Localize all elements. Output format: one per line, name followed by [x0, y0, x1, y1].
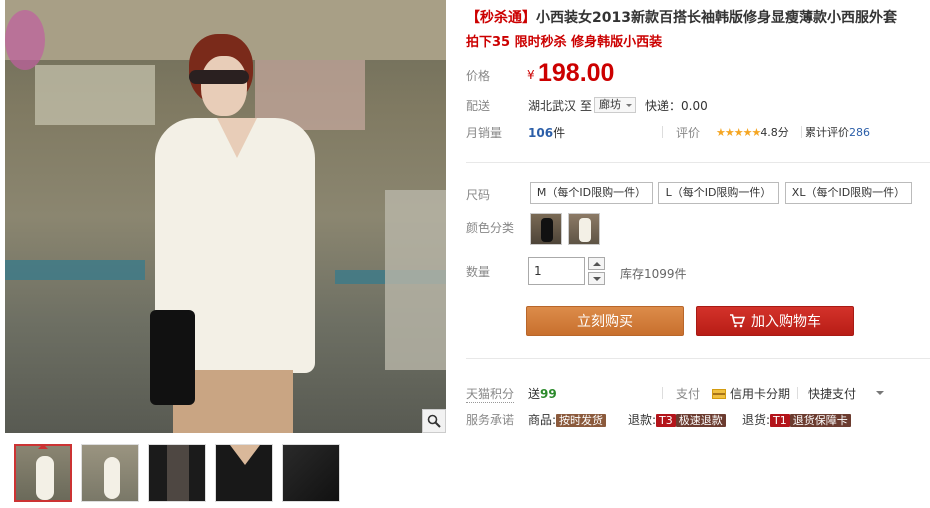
product-subtitle: 拍下35 限时秒杀 修身韩版小西装 [466, 35, 663, 50]
chevron-down-icon [592, 276, 601, 285]
tmall-points-label[interactable]: 天猫积分 [466, 385, 515, 403]
monthly-sales-label: 月销量 [466, 126, 503, 140]
service-return: 退货: T1 退货保障卡 [742, 411, 851, 428]
main-product-image[interactable] [5, 0, 446, 433]
buy-now-button[interactable]: 立刻购买 [526, 306, 684, 336]
credit-card-icon [712, 388, 726, 399]
review-count-link[interactable]: 累计评价286 [805, 124, 870, 140]
shipping-label: 配送 [466, 99, 491, 113]
color-label: 颜色分类 [466, 221, 515, 235]
quantity-input[interactable]: 1 [528, 257, 585, 285]
return-code-badge: T1 [770, 414, 790, 427]
payment-label: 支付 [676, 387, 701, 401]
service-refund: 退款: T3 极速退款 [628, 411, 726, 428]
color-option-white[interactable] [568, 213, 600, 245]
stock-text: 库存1099件 [620, 267, 687, 281]
size-label: 尺码 [466, 188, 491, 202]
destination-select[interactable]: 廊坊 [594, 97, 636, 113]
size-option-xl[interactable]: XL（每个ID限购一件） [785, 182, 912, 204]
quantity-decrease-button[interactable] [588, 272, 605, 285]
thumbnail-strip [14, 444, 340, 502]
on-time-delivery-badge[interactable]: 按时发货 [556, 414, 607, 427]
product-title: 【秒杀通】小西装女2013新款百搭长袖韩版修身显瘦薄款小西服外套 [466, 10, 897, 26]
monthly-sales: 106件 [528, 126, 566, 140]
price-label: 价格 [466, 69, 491, 83]
service-label: 服务承诺 [466, 413, 515, 427]
color-option-black[interactable] [530, 213, 562, 245]
size-option-m[interactable]: M（每个ID限购一件） [530, 182, 653, 204]
shipping-fee: 快递：0.00 [645, 99, 708, 113]
tmall-points: 送99 [528, 387, 557, 401]
shipping-from: 湖北武汉 [528, 99, 577, 113]
rating-label: 评价 [676, 126, 701, 140]
thumbnail-2[interactable] [81, 444, 139, 502]
price-value: 198.00 [538, 59, 615, 87]
rating-stars: ★★★★★4.8分 [716, 126, 789, 139]
service-goods: 商品: 按时发货 [528, 411, 607, 428]
chevron-up-icon [592, 258, 601, 266]
quantity-label: 数量 [466, 265, 491, 279]
thumbnail-1[interactable] [14, 444, 72, 502]
fast-refund-badge[interactable]: 极速退款 [675, 414, 726, 427]
quantity-increase-button[interactable] [588, 257, 605, 270]
add-to-cart-button[interactable]: 加入购物车 [696, 306, 854, 336]
cart-icon [730, 313, 745, 327]
chevron-down-icon[interactable] [876, 391, 884, 399]
credit-card-installment[interactable]: 信用卡分期 [712, 385, 790, 402]
refund-code-badge: T3 [656, 414, 676, 427]
thumbnail-4[interactable] [215, 444, 273, 502]
zoom-button[interactable] [422, 409, 446, 433]
size-option-l[interactable]: L（每个ID限购一件） [658, 182, 779, 204]
thumbnail-5[interactable] [282, 444, 340, 502]
currency-symbol: ¥ [527, 68, 535, 82]
quick-pay[interactable]: 快捷支付 [808, 385, 856, 402]
shipping-to-word: 至 [580, 99, 593, 113]
zoom-icon [427, 414, 441, 428]
return-guarantee-badge[interactable]: 退货保障卡 [789, 414, 851, 427]
thumbnail-3[interactable] [148, 444, 206, 502]
chevron-down-icon [626, 104, 632, 110]
